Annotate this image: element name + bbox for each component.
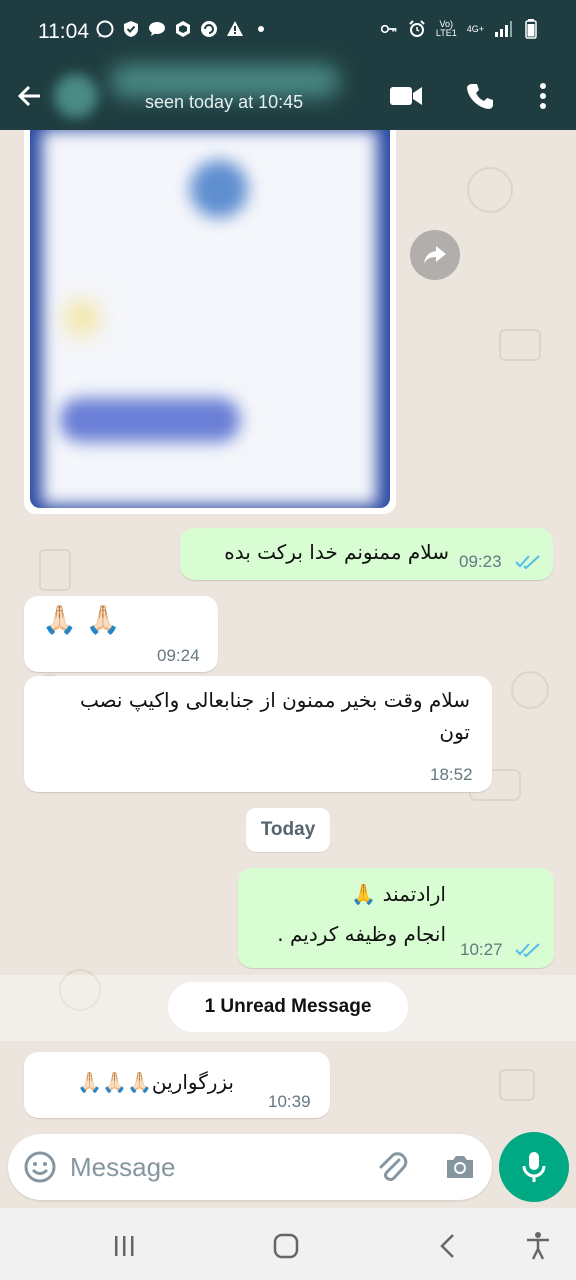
message-time: 18:52 xyxy=(430,765,473,784)
signal-icon xyxy=(494,20,512,38)
voice-record-button[interactable] xyxy=(499,1132,569,1202)
more-options-button[interactable] xyxy=(521,74,565,118)
status-system-icons: Vo) LTE1 4G+ xyxy=(380,19,540,39)
contact-avatar[interactable] xyxy=(54,74,98,118)
system-nav-bar xyxy=(0,1208,576,1280)
video-call-button[interactable] xyxy=(384,74,428,118)
message-bubble-incoming[interactable]: سلام وقت بخیر ممنون از جنابعالی واکیپ نص… xyxy=(24,676,492,792)
read-receipt-icon xyxy=(515,943,540,958)
voice-call-button[interactable] xyxy=(458,74,502,118)
more-vert-icon xyxy=(540,83,546,109)
chat-icon xyxy=(148,20,166,38)
message-text: سلام ممنونم خدا برکت بده xyxy=(224,540,449,564)
message-text-line: ارادتمند 🙏 xyxy=(351,882,446,906)
unread-divider: 1 Unread Message xyxy=(168,982,408,1032)
phone-icon xyxy=(467,84,493,109)
date-divider: Today xyxy=(246,808,330,852)
sync-icon xyxy=(200,20,218,38)
image-blur-detail xyxy=(190,160,248,218)
message-time: 10:27 xyxy=(460,940,503,959)
signal-type: 4G+ xyxy=(466,23,484,34)
status-bar: 11:04 Vo) LTE1 4G+ xyxy=(0,0,576,64)
image-blur-detail xyxy=(64,300,100,336)
message-bubble-incoming[interactable]: بزرگوارین🙏🏻🙏🏻🙏🏻 10:39 xyxy=(24,1052,330,1118)
message-text-line: انجام وظیفه کردیم . xyxy=(277,922,446,946)
message-time: 09:24 xyxy=(157,646,200,665)
status-time: 11:04 xyxy=(38,20,89,43)
image-message[interactable] xyxy=(24,130,396,514)
message-input[interactable] xyxy=(70,1146,350,1188)
accessibility-icon xyxy=(527,1232,549,1260)
recents-icon xyxy=(115,1236,134,1256)
message-text: 🙏🏻 🙏🏻 xyxy=(42,603,121,636)
contact-status: seen today at 10:45 xyxy=(145,92,304,112)
accessibility-button[interactable] xyxy=(518,1226,558,1266)
dot-icon xyxy=(252,20,270,38)
message-bubble-incoming[interactable]: 🙏🏻 🙏🏻 09:24 xyxy=(24,596,218,672)
emoji-button[interactable] xyxy=(20,1147,60,1187)
emoji-icon xyxy=(24,1151,56,1183)
chat-area[interactable]: سلام ممنونم خدا برکت بده 09:23 🙏🏻 🙏🏻 09:… xyxy=(0,130,576,1136)
shield-check-icon xyxy=(122,20,140,38)
recents-button[interactable] xyxy=(104,1226,144,1266)
camera-button[interactable] xyxy=(440,1147,480,1187)
chat-header: seen today at 10:45 xyxy=(0,64,576,130)
forward-icon xyxy=(424,246,446,264)
battery-icon xyxy=(522,19,540,39)
network-lte: LTE1 xyxy=(435,28,457,38)
nav-back-button[interactable] xyxy=(428,1226,468,1266)
message-time: 09:23 xyxy=(459,552,502,571)
key-icon xyxy=(380,20,398,38)
attach-button[interactable] xyxy=(372,1147,412,1187)
back-button[interactable] xyxy=(8,74,52,118)
image-blur-detail xyxy=(60,398,240,442)
message-text: سلام وقت بخیر ممنون از جنابعالی واکیپ نص… xyxy=(79,688,470,744)
camera-icon xyxy=(447,1156,473,1178)
message-text: بزرگوارین🙏🏻🙏🏻🙏🏻 xyxy=(77,1070,234,1094)
status-notification-icons xyxy=(96,20,270,38)
message-time: 10:39 xyxy=(268,1092,311,1111)
message-bubble-outgoing[interactable]: سلام ممنونم خدا برکت بده 09:23 xyxy=(180,528,553,580)
whatsapp-icon xyxy=(96,20,114,38)
home-button[interactable] xyxy=(266,1226,306,1266)
attach-icon xyxy=(379,1152,408,1181)
message-composer[interactable] xyxy=(8,1134,492,1200)
video-call-icon xyxy=(390,87,422,105)
warning-icon xyxy=(226,20,244,38)
message-bubble-outgoing[interactable]: ارادتمند 🙏 انجام وظیفه کردیم . 10:27 xyxy=(238,868,554,968)
forward-button[interactable] xyxy=(410,230,460,280)
alarm-icon xyxy=(408,20,426,38)
hexagon-icon xyxy=(174,20,192,38)
back-arrow-icon xyxy=(17,85,40,107)
back-icon xyxy=(440,1234,454,1258)
shared-image[interactable] xyxy=(30,130,390,508)
network-label: Vo) LTE1 xyxy=(436,20,457,38)
home-icon xyxy=(273,1233,299,1259)
read-receipt-icon xyxy=(515,555,540,570)
mic-icon xyxy=(522,1152,546,1182)
